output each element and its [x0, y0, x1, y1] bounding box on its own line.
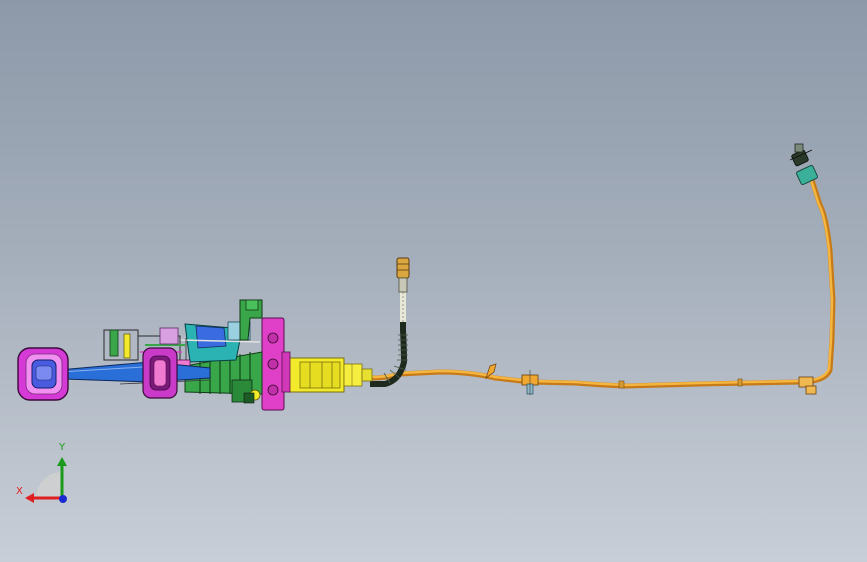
orientation-triad: X Y: [10, 438, 80, 508]
x-axis-label: X: [16, 486, 23, 497]
y-axis-label: Y: [59, 442, 66, 453]
triad-plane: [36, 472, 62, 498]
z-axis-dot: [59, 495, 67, 503]
cable-line[interactable]: [357, 177, 836, 389]
mounting-flange[interactable]: [261, 317, 291, 411]
end-connector[interactable]: [789, 143, 818, 185]
lever-ring[interactable]: [142, 347, 178, 399]
handle-insert[interactable]: [31, 359, 57, 389]
graphics-viewport[interactable]: X Y: [0, 0, 867, 562]
triad-graphic: [25, 457, 67, 503]
cad-assembly-model[interactable]: [0, 0, 867, 562]
y-axis-arrowhead: [57, 457, 67, 466]
cable-clip-2[interactable]: [521, 370, 539, 395]
brass-fitting[interactable]: [396, 257, 410, 293]
cable-coupler[interactable]: [287, 357, 373, 393]
x-axis-arrowhead: [25, 493, 34, 503]
flexible-hose[interactable]: [370, 278, 408, 387]
